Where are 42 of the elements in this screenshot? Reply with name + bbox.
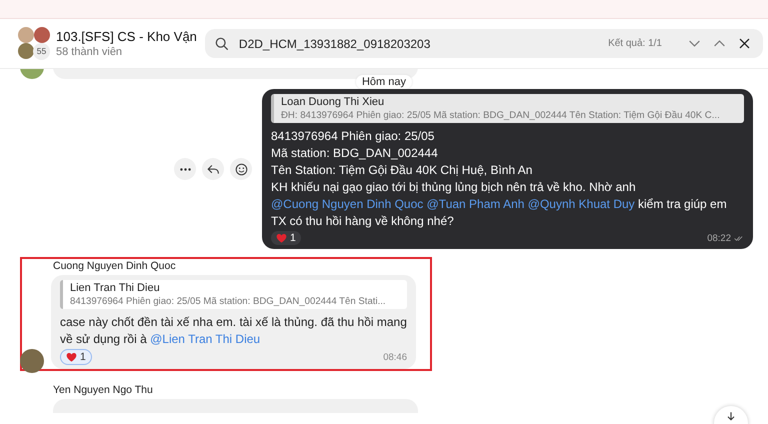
member-count-badge: 55 [33, 42, 50, 60]
mention-link[interactable]: @Quynh Khuat Duy [528, 197, 635, 211]
member-avatar [18, 42, 34, 58]
message-time: 08:46 [383, 352, 407, 362]
sender-avatar [20, 349, 44, 373]
smiley-icon [234, 162, 248, 176]
close-icon[interactable] [738, 37, 751, 50]
reply-button[interactable] [202, 158, 224, 180]
search-field[interactable]: D2D_HCM_13931882_0918203203 [238, 36, 608, 50]
search-bar[interactable]: D2D_HCM_13931882_0918203203 Kết quả: 1/1 [204, 29, 763, 58]
date-divider: Hôm nay [356, 75, 412, 89]
quote-author: Lien Tran Thi Dieu [70, 282, 161, 294]
group-name: 103.[SFS] CS - Kho Vận [56, 29, 197, 44]
mention-link[interactable]: @Cuong Nguyen Dinh Quoc [271, 197, 424, 211]
reaction-pill[interactable]: 1 [271, 231, 301, 245]
more-button[interactable] [174, 158, 196, 180]
message-text: KH khiếu nại gạo giao tới bị thủng lủng bịch nên trả về kho. Nhờ anh @Cuong Nguyen Dinh Quoc @Tuan Pham Anh @Quynh Khuat Duy kiểm tra giúp em TX có thu hồi hàng về không nhé? [271, 179, 728, 230]
arrow-down-icon [725, 410, 737, 422]
result-count: Kết quả: 1/1 [608, 38, 662, 49]
message-text: case này chốt đền tài xế nha em. tài xế là thủng. đã thu hồi mang về sử dụng rồi à @Lien Tran Thi Dieu [60, 314, 407, 348]
quoted-message[interactable]: Loan Duong Thi Xieu ĐH: 8413976964 Phiên giao: 25/05 Mã station: BDG_DAN_002444 Tên Station: Tiệm Gội Đầu 40K C... [271, 94, 744, 123]
quoted-message[interactable]: Lien Tran Thi Dieu 8413976964 Phiên giao: 25/05 Mã station: BDG_DAN_002444 Tên Stati... [60, 280, 407, 309]
quote-author: Loan Duong Thi Xieu [281, 96, 386, 108]
quote-text: ĐH: 8413976964 Phiên giao: 25/05 Mã station: BDG_DAN_002444 Tên Station: Tiệm Gội Đầu 40K C... [281, 110, 720, 121]
sender-name: Cuong Nguyen Dinh Quoc [53, 260, 177, 272]
sender-name: Yen Nguyen Ngo Thu [53, 384, 154, 396]
message-time: 08:22 [707, 232, 731, 244]
member-count: 58 thành viên [56, 46, 124, 58]
emoji-button[interactable] [230, 158, 252, 180]
reaction-pill[interactable]: 1 [60, 349, 92, 365]
message-text: 8413976964 Phiên giao: 25/05 [271, 128, 436, 145]
reply-icon [206, 162, 220, 176]
double-check-icon [734, 234, 744, 242]
quote-text: 8413976964 Phiên giao: 25/05 Mã station: BDG_DAN_002444 Tên Stati... [70, 296, 386, 307]
member-avatar [18, 26, 34, 42]
heart-icon [276, 232, 287, 244]
mention-link[interactable]: @Tuan Pham Anh [426, 197, 524, 211]
message-text: Mã station: BDG_DAN_002444 [271, 145, 439, 162]
search-icon [214, 36, 229, 50]
message-text: Tên Station: Tiệm Gội Đầu 40K Chị Huệ, Bình An [271, 162, 534, 179]
member-avatar [34, 26, 50, 42]
heart-icon [66, 352, 77, 362]
